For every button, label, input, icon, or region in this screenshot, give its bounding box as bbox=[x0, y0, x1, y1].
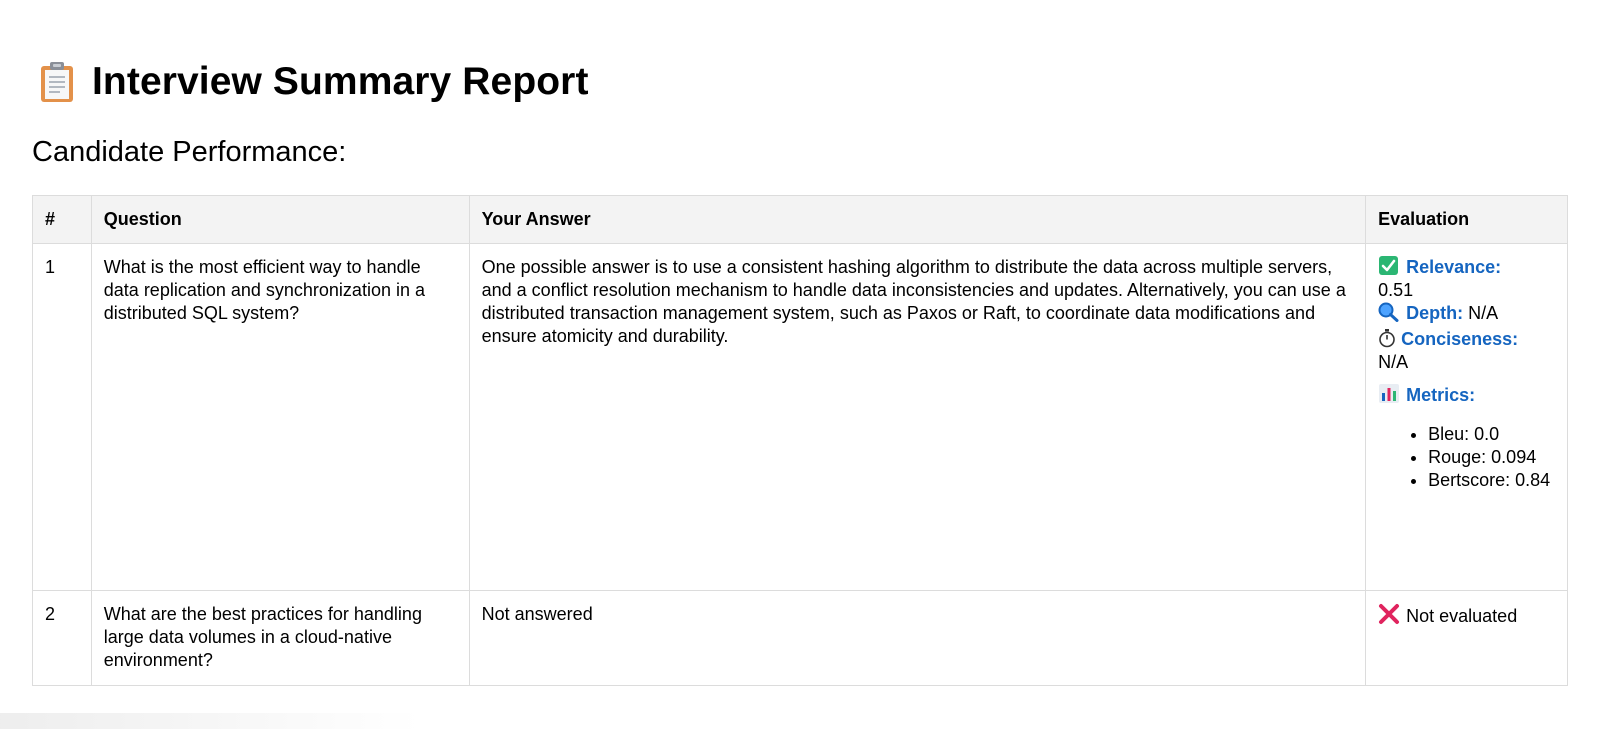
metrics-label: Metrics: bbox=[1406, 385, 1476, 405]
table-row: 2 What are the best practices for handli… bbox=[32, 590, 1568, 686]
conciseness-value: N/A bbox=[1378, 352, 1409, 372]
depth-label: Depth: bbox=[1406, 303, 1464, 323]
clipboard-icon bbox=[40, 61, 74, 103]
header-evaluation: Evaluation bbox=[1365, 195, 1568, 244]
header-number: # bbox=[32, 195, 92, 244]
metric-rouge: Rouge: 0.094 bbox=[1428, 446, 1555, 469]
title-row: Interview Summary Report bbox=[40, 56, 1568, 108]
bottom-shadow bbox=[0, 713, 420, 729]
row-evaluation: Not evaluated bbox=[1365, 590, 1568, 686]
row-question: What is the most efficient way to handle… bbox=[90, 243, 470, 591]
metric-bertscore: Bertscore: 0.84 bbox=[1428, 469, 1555, 492]
header-answer: Your Answer bbox=[468, 195, 1367, 244]
row-answer: Not answered bbox=[468, 590, 1367, 686]
page-title: Interview Summary Report bbox=[92, 60, 589, 103]
row-evaluation: Relevance: 0.51 Depth: N/A Conciseness: … bbox=[1365, 243, 1568, 591]
performance-table: # Question Your Answer Evaluation 1 What… bbox=[32, 195, 1568, 686]
conciseness-label: Conciseness: bbox=[1401, 329, 1519, 349]
table-row: 1 What is the most efficient way to hand… bbox=[32, 243, 1568, 591]
table-header-row: # Question Your Answer Evaluation bbox=[32, 195, 1568, 244]
depth-value: N/A bbox=[1468, 303, 1499, 323]
conciseness-line: Conciseness: N/A bbox=[1378, 328, 1555, 374]
metrics-line: Metrics: bbox=[1378, 384, 1555, 407]
row-number: 2 bbox=[32, 590, 92, 686]
not-evaluated-text: Not evaluated bbox=[1406, 606, 1518, 626]
stopwatch-icon bbox=[1378, 328, 1396, 348]
magnifier-icon bbox=[1378, 302, 1400, 322]
metrics-list: Bleu: 0.0 Rouge: 0.094 Bertscore: 0.84 bbox=[1378, 423, 1555, 492]
check-mark-icon bbox=[1378, 256, 1400, 276]
row-number: 1 bbox=[32, 243, 92, 591]
relevance-value: 0.51 bbox=[1378, 280, 1414, 300]
row-answer: One possible answer is to use a consiste… bbox=[468, 243, 1367, 591]
depth-line: Depth: N/A bbox=[1378, 302, 1555, 325]
section-subtitle: Candidate Performance: bbox=[32, 136, 347, 168]
relevance-label: Relevance: bbox=[1406, 257, 1502, 277]
cross-mark-icon bbox=[1378, 603, 1400, 625]
header-question: Question bbox=[90, 195, 470, 244]
bar-chart-icon bbox=[1378, 384, 1400, 404]
relevance-line: Relevance: 0.51 bbox=[1378, 256, 1555, 302]
row-question: What are the best practices for handling… bbox=[90, 590, 470, 686]
metric-bleu: Bleu: 0.0 bbox=[1428, 423, 1555, 446]
report-page: Interview Summary Report Candidate Perfo… bbox=[0, 0, 1600, 729]
